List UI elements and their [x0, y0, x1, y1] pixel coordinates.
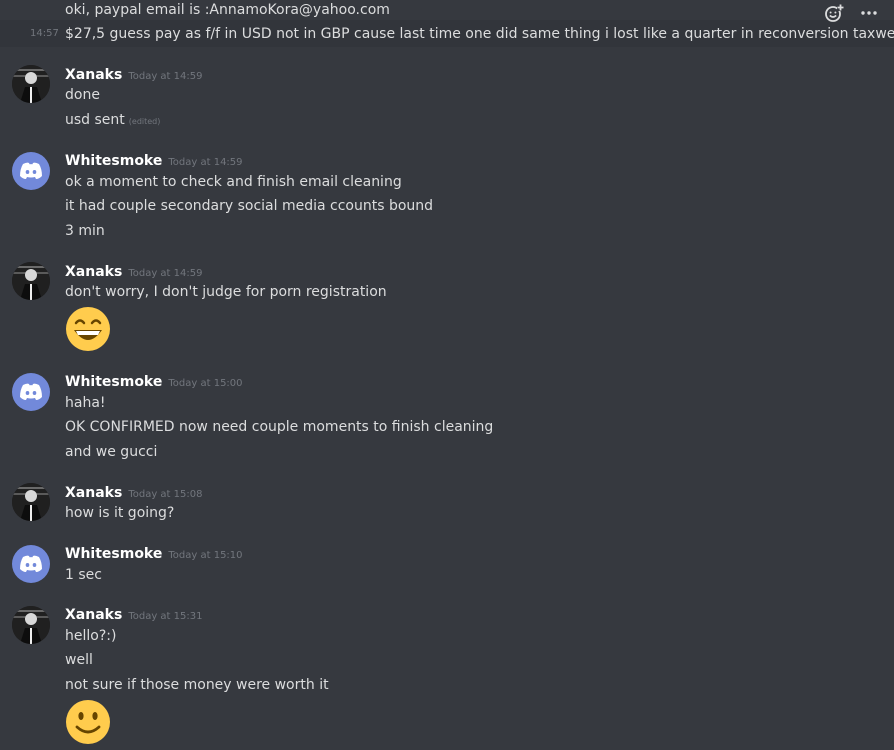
- message-timestamp: Today at 15:00: [168, 378, 243, 389]
- username-label[interactable]: Whitesmoke: [65, 153, 162, 169]
- message-timestamp: Today at 14:59: [168, 157, 243, 168]
- avatar[interactable]: [12, 545, 50, 583]
- username[interactable]: Whitesmoke Today at 15:00: [65, 373, 243, 393]
- message-text: usd sent: [65, 112, 125, 128]
- avatar[interactable]: [12, 65, 50, 103]
- username-label[interactable]: Xanaks: [65, 485, 122, 501]
- message-text: ok a moment to check and finish email cl…: [65, 174, 402, 190]
- message-timestamp: Today at 14:59: [128, 268, 203, 279]
- username[interactable]: Whitesmoke Today at 14:59: [65, 152, 243, 172]
- username-label[interactable]: Whitesmoke: [65, 374, 162, 390]
- smiling-face-emoji[interactable]: [65, 699, 111, 745]
- message-timestamp: Today at 14:59: [128, 71, 203, 82]
- message-text: haha!: [65, 395, 106, 411]
- message-text: well: [65, 652, 93, 668]
- username[interactable]: Whitesmoke Today at 15:10: [65, 545, 243, 565]
- more-icon[interactable]: [858, 2, 880, 24]
- username-label[interactable]: Xanaks: [65, 67, 122, 83]
- discord-logo-icon: [20, 383, 42, 400]
- add-reaction-icon[interactable]: [823, 2, 845, 24]
- discord-logo-icon: [20, 555, 42, 572]
- username[interactable]: Xanaks Today at 14:59: [65, 66, 202, 86]
- message-text: usd sent (edited): [65, 111, 160, 131]
- message-text: 3 min: [65, 223, 105, 239]
- message-text: oki, paypal email is :AnnamoKora@yahoo.c…: [65, 2, 390, 18]
- edited-label: (edited): [128, 117, 161, 126]
- message-timestamp: Today at 15:08: [128, 489, 203, 500]
- username-label[interactable]: Xanaks: [65, 607, 122, 623]
- username-label[interactable]: Xanaks: [65, 264, 122, 280]
- avatar[interactable]: [12, 152, 50, 190]
- message-text: how is it going?: [65, 505, 175, 521]
- message-text: hello?:): [65, 628, 117, 644]
- username[interactable]: Xanaks Today at 15:08: [65, 484, 202, 504]
- message-text: 1 sec: [65, 567, 102, 583]
- avatar[interactable]: [12, 483, 50, 521]
- grinning-face-emoji[interactable]: [65, 306, 111, 352]
- message-timestamp: Today at 15:31: [128, 611, 203, 622]
- message-timestamp: Today at 15:10: [168, 550, 243, 561]
- message-text: OK CONFIRMED now need couple moments to …: [65, 419, 494, 435]
- message-text: $27,5 guess pay as f/f in USD not in GBP…: [65, 26, 894, 42]
- message-text: done: [65, 87, 100, 103]
- username-label[interactable]: Whitesmoke: [65, 546, 162, 562]
- message-text: don't worry, I don't judge for porn regi…: [65, 284, 387, 300]
- chat-messages: oki, paypal email is :AnnamoKora@yahoo.c…: [0, 0, 894, 750]
- message-text: and we gucci: [65, 444, 158, 460]
- discord-logo-icon: [20, 162, 42, 179]
- message-timestamp: 14:57: [30, 28, 59, 39]
- message-text: it had couple secondary social media cco…: [65, 198, 434, 214]
- message-toolbar: [816, 0, 886, 26]
- avatar[interactable]: [12, 606, 50, 644]
- message-text: not sure if those money were worth it: [65, 677, 329, 693]
- avatar[interactable]: [12, 373, 50, 411]
- username[interactable]: Xanaks Today at 14:59: [65, 263, 202, 283]
- avatar[interactable]: [12, 262, 50, 300]
- username[interactable]: Xanaks Today at 15:31: [65, 606, 202, 626]
